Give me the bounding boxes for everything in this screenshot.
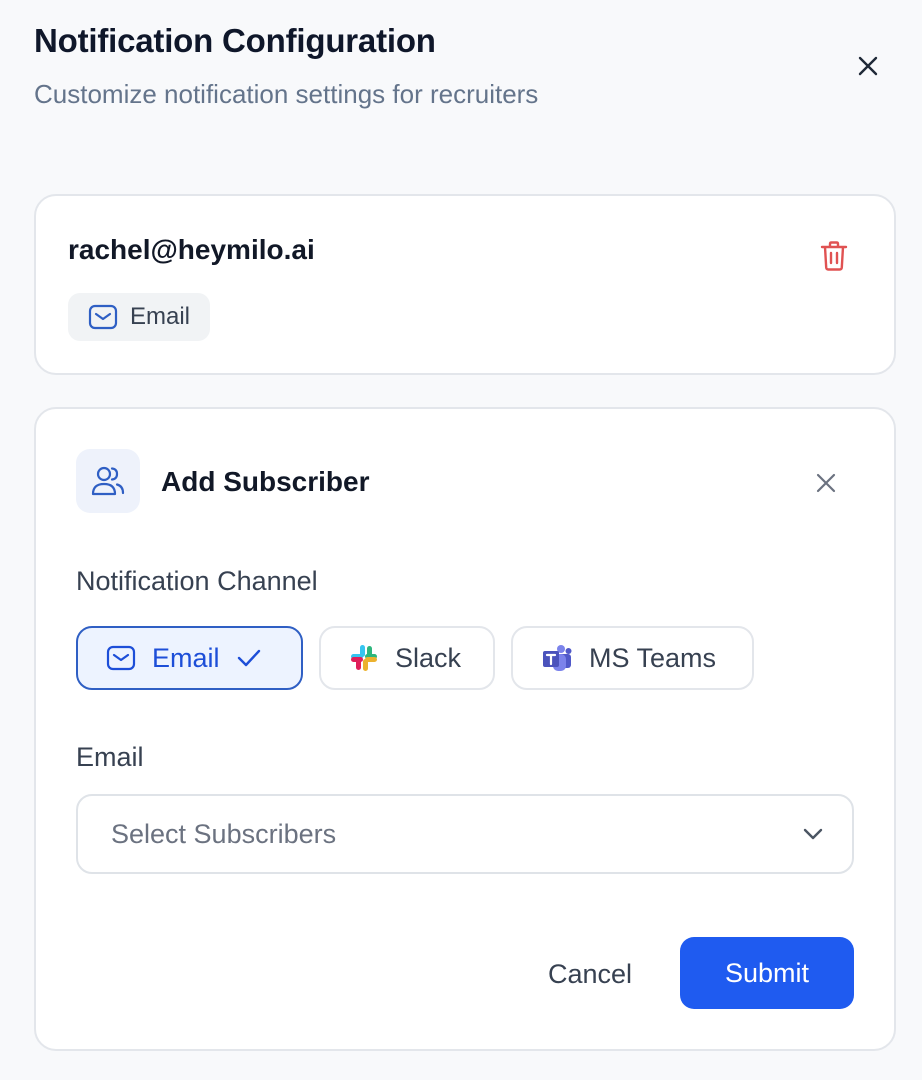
close-panel-button[interactable]	[850, 48, 886, 84]
mail-icon	[106, 645, 136, 671]
select-subscribers-dropdown[interactable]: Select Subscribers	[76, 794, 854, 874]
channel-options: Email Slack MS Teams	[76, 626, 754, 690]
slack-icon	[351, 645, 377, 671]
users-icon-box	[76, 449, 140, 513]
close-icon	[816, 473, 836, 493]
channel-option-label: Slack	[395, 642, 462, 673]
close-add-subscriber-button[interactable]	[808, 465, 844, 501]
notification-channel-label: Notification Channel	[76, 566, 318, 596]
page-title: Notification Configuration	[34, 22, 436, 59]
add-subscriber-card: Add Subscriber Notification Channel Emai…	[34, 407, 896, 1051]
checkmark-icon	[237, 649, 260, 667]
trash-icon	[820, 241, 848, 271]
channel-option-label: Email	[152, 642, 220, 673]
select-placeholder: Select Subscribers	[111, 818, 337, 849]
channel-option-slack[interactable]: Slack	[319, 626, 495, 690]
channel-chip-email: Email	[68, 293, 211, 341]
cancel-button[interactable]: Cancel	[530, 939, 650, 1009]
subscriber-card: rachel@heymilo.ai Email	[34, 194, 896, 375]
users-icon	[91, 466, 125, 496]
submit-button[interactable]: Submit	[680, 937, 854, 1009]
channel-option-ms-teams[interactable]: MS Teams	[511, 626, 754, 690]
chevron-down-icon	[803, 828, 823, 840]
add-subscriber-title: Add Subscriber	[161, 466, 370, 497]
notification-config-panel: Notification Configuration Customize not…	[0, 0, 922, 1080]
page-subtitle: Customize notification settings for recr…	[34, 79, 539, 109]
channel-option-label: MS Teams	[589, 642, 717, 673]
ms-teams-icon	[543, 645, 572, 671]
delete-subscriber-button[interactable]	[816, 236, 852, 276]
mail-icon	[88, 304, 118, 330]
close-icon	[858, 56, 878, 76]
subscriber-email: rachel@heymilo.ai	[68, 234, 315, 265]
channel-option-email[interactable]: Email	[76, 626, 303, 690]
chip-label: Email	[130, 303, 191, 330]
email-field-label: Email	[76, 742, 144, 772]
